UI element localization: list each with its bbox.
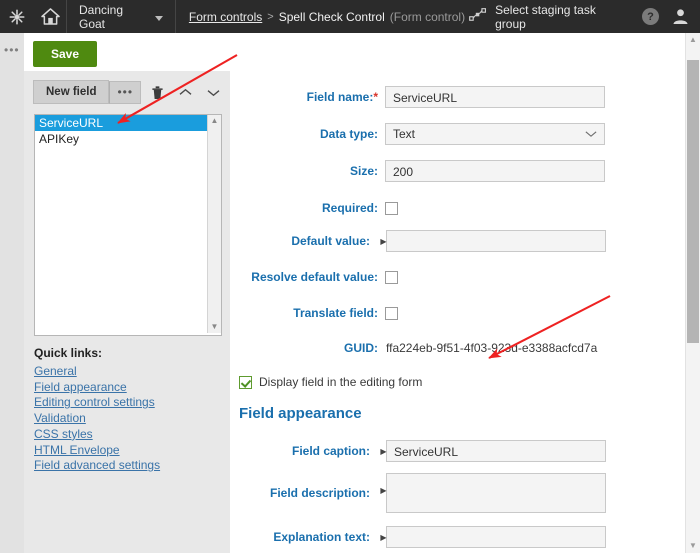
help-button[interactable]: ? — [634, 0, 667, 33]
chevron-down-icon — [585, 131, 597, 137]
form-row-guid: GUID: ffa224eb-9f51-4f03-923d-e3388acfcd… — [230, 333, 686, 363]
display-field-label: Display field in the editing form — [259, 375, 423, 389]
breadcrumb-current: Spell Check Control — [278, 9, 385, 24]
site-selector[interactable]: Dancing Goat — [67, 0, 175, 33]
display-field-row: Display field in the editing form — [239, 375, 686, 389]
question-mark-icon: ? — [642, 8, 660, 25]
breadcrumb-object-type: (Form control) — [389, 9, 466, 24]
field-name-input[interactable]: ServiceURL — [385, 86, 605, 108]
section-heading-field-appearance: Field appearance — [239, 405, 362, 422]
page-scroll-up-icon[interactable]: ▲ — [686, 33, 700, 47]
user-avatar-icon[interactable] — [667, 8, 694, 25]
label-resolve-default-value: Resolve default value: — [251, 270, 378, 284]
staging-tasks-icon — [469, 8, 487, 25]
field-list-box[interactable]: ServiceURL APIKey ▲ ▼ — [34, 114, 222, 336]
home-icon[interactable] — [34, 0, 66, 33]
default-value-input[interactable] — [386, 230, 606, 252]
label-explanation-text: Explanation text: — [273, 530, 370, 544]
field-caption-input[interactable]: ServiceURL — [386, 440, 606, 462]
label-translate-field: Translate field: — [293, 306, 378, 320]
macro-arrow-icon[interactable]: ▶ — [379, 486, 388, 495]
chevron-down-icon — [154, 15, 163, 21]
form-row-size: Size: 200 — [230, 156, 686, 186]
display-field-checkbox[interactable] — [239, 375, 252, 389]
staging-task-group-selector[interactable]: Select staging task group — [465, 3, 634, 31]
save-button[interactable]: Save — [33, 41, 98, 67]
data-type-select[interactable]: Text — [385, 123, 605, 145]
site-name: Dancing Goat — [79, 2, 124, 31]
quick-link-field-appearance[interactable]: Field appearance — [34, 380, 224, 396]
label-data-type: Data type: — [319, 127, 378, 141]
form-row-resolve-default-value: Resolve default value: — [230, 262, 686, 292]
asterisk-logo-icon[interactable] — [0, 0, 34, 33]
form-row-default-value: Default value: ▶ — [230, 226, 686, 256]
quick-link-editing-control-settings[interactable]: Editing control settings — [34, 395, 224, 411]
scroll-down-icon[interactable]: ▼ — [208, 321, 221, 333]
macro-arrow-icon[interactable]: ▶ — [379, 447, 388, 456]
action-toolbar: Save — [24, 33, 700, 72]
quick-link-html-envelope[interactable]: HTML Envelope — [34, 443, 224, 459]
label-required: Required: — [321, 201, 378, 215]
page-scrollbar[interactable]: ▲ ▼ — [685, 33, 700, 553]
quick-links-section: Quick links: General Field appearance Ed… — [34, 346, 224, 474]
field-detail-form: Field name:* ServiceURL Data type: Text … — [230, 71, 686, 553]
quick-link-validation[interactable]: Validation — [34, 411, 224, 427]
resolve-default-value-checkbox[interactable] — [385, 270, 398, 284]
required-asterisk: * — [373, 90, 378, 104]
rail-more-dots[interactable]: ••• — [4, 44, 20, 56]
label-field-description: Field description: — [269, 486, 370, 500]
collapsed-app-rail[interactable]: ••• — [0, 33, 24, 553]
staging-label: Select staging task group — [495, 2, 596, 31]
label-default-value: Default value: — [291, 234, 370, 248]
quick-link-css-styles[interactable]: CSS styles — [34, 427, 224, 443]
label-guid: GUID: — [344, 341, 378, 355]
new-field-more-button[interactable]: ••• — [109, 80, 142, 104]
topbar-right-group: Select staging task group ? — [465, 0, 700, 33]
quick-link-general[interactable]: General — [34, 364, 224, 380]
form-row-translate-field: Translate field: — [230, 298, 686, 328]
list-item[interactable]: ServiceURL — [35, 115, 221, 131]
page-scroll-down-icon[interactable]: ▼ — [686, 539, 700, 553]
macro-arrow-icon[interactable]: ▶ — [379, 237, 388, 246]
breadcrumb-separator: > — [267, 10, 274, 23]
form-row-field-description: Field description: ▶ — [230, 472, 686, 514]
list-item[interactable]: APIKey — [35, 131, 221, 147]
form-row-required: Required: — [230, 193, 686, 223]
required-checkbox[interactable] — [385, 201, 398, 215]
form-row-field-caption: Field caption: ▶ ServiceURL — [230, 436, 686, 466]
form-row-field-name: Field name:* ServiceURL — [230, 82, 686, 112]
field-description-input[interactable] — [386, 473, 606, 513]
macro-arrow-icon[interactable]: ▶ — [379, 533, 388, 542]
form-row-explanation-text: Explanation text: ▶ — [230, 522, 686, 552]
field-list-scrollbar[interactable]: ▲ ▼ — [207, 115, 221, 333]
data-type-value: Text — [393, 127, 416, 141]
breadcrumb: Form controls > Spell Check Control (For… — [176, 10, 465, 24]
quick-links-title: Quick links: — [34, 346, 103, 360]
label-field-name: Field name:* — [306, 90, 378, 104]
explanation-text-input[interactable] — [386, 526, 606, 548]
new-field-button[interactable]: New field — [33, 80, 110, 104]
translate-field-checkbox[interactable] — [385, 306, 398, 320]
scroll-up-icon[interactable]: ▲ — [208, 115, 221, 127]
trash-icon[interactable] — [145, 80, 169, 104]
label-size: Size: — [349, 164, 378, 178]
size-input[interactable]: 200 — [385, 160, 605, 182]
page-scroll-thumb[interactable] — [687, 60, 699, 343]
field-list-panel: New field ••• ServiceURL APIKey ▲ ▼ Quic… — [24, 71, 230, 553]
breadcrumb-parent-link[interactable]: Form controls — [189, 10, 262, 24]
chevron-down-icon[interactable] — [201, 80, 225, 104]
guid-value: ffa224eb-9f51-4f03-923d-e3388acfcd7a — [386, 341, 598, 355]
quick-link-field-advanced-settings[interactable]: Field advanced settings — [34, 458, 224, 474]
form-row-data-type: Data type: Text — [230, 119, 686, 149]
top-navigation-bar: Dancing Goat Form controls > Spell Check… — [0, 0, 700, 33]
label-field-caption: Field caption: — [292, 444, 370, 458]
chevron-up-icon[interactable] — [173, 80, 197, 104]
field-list-toolbar: New field ••• — [33, 80, 225, 104]
